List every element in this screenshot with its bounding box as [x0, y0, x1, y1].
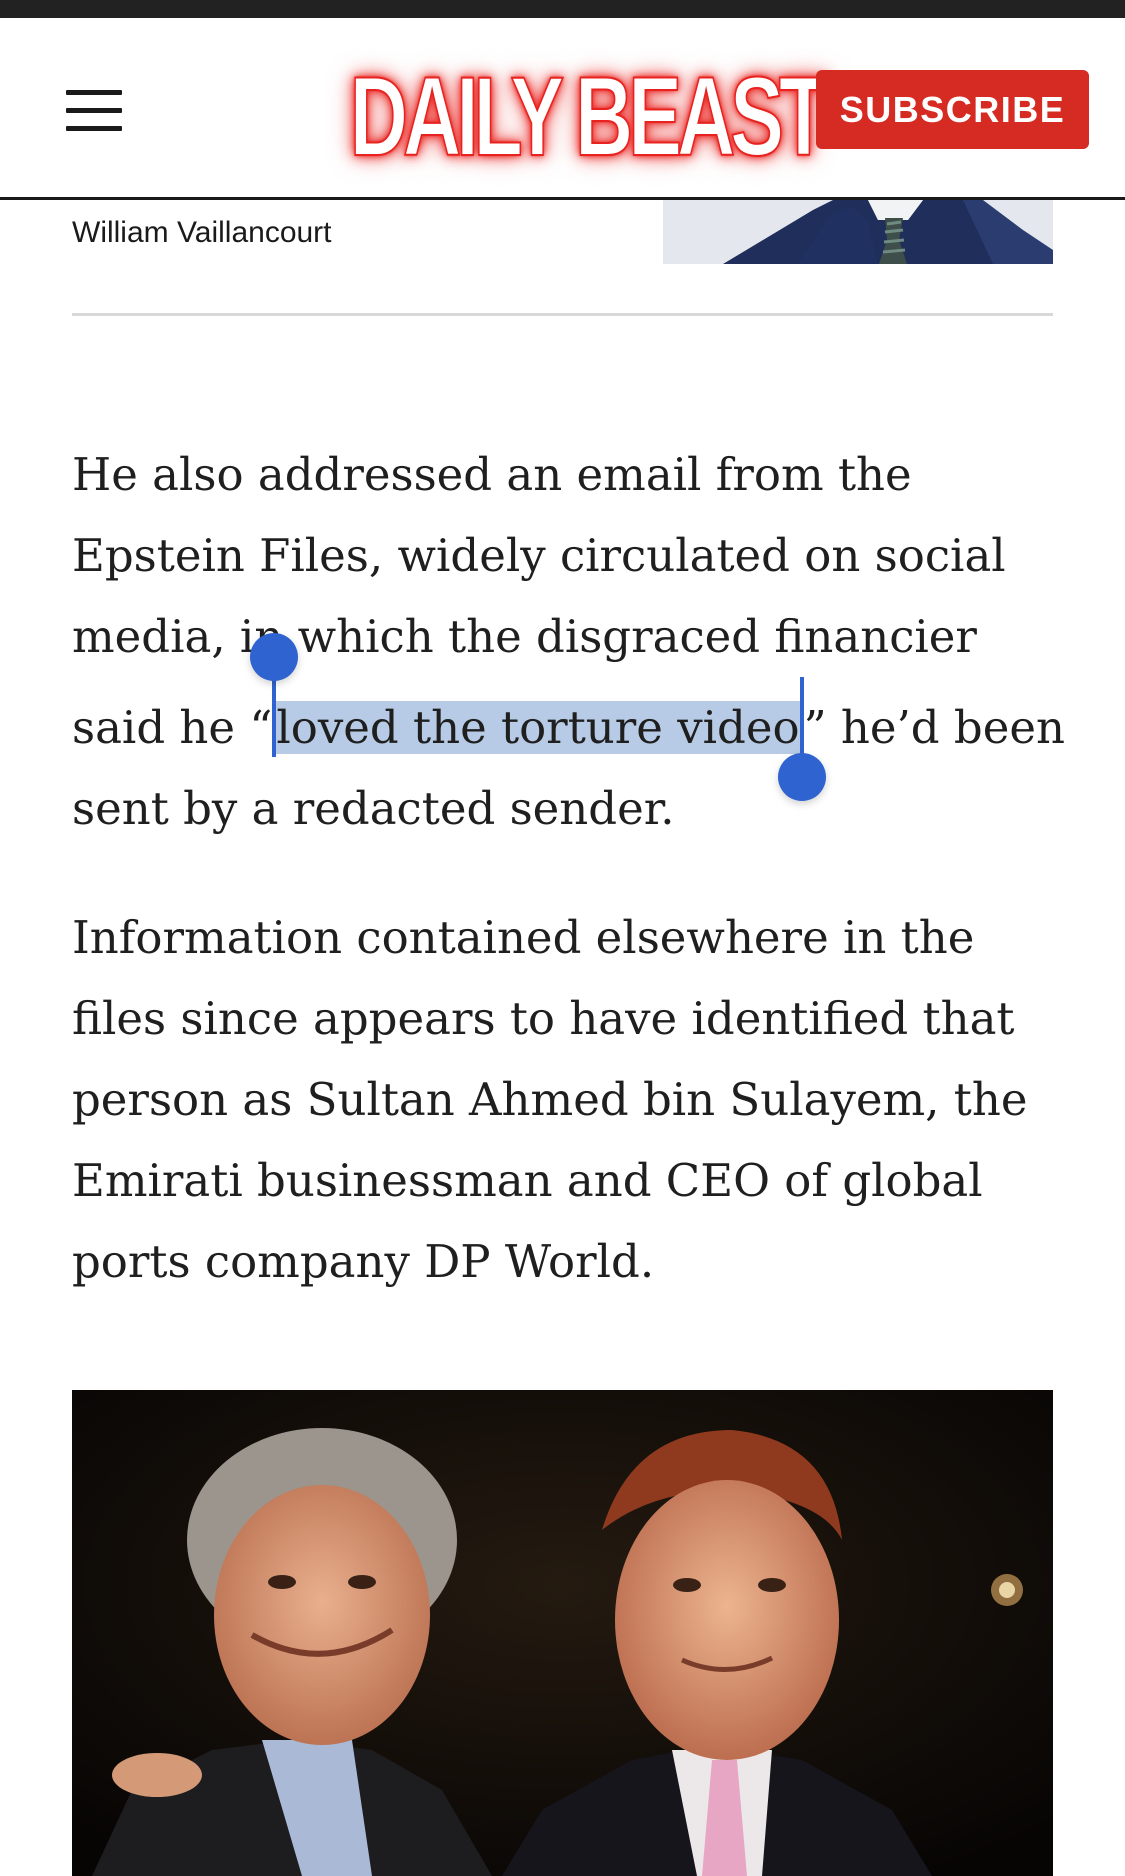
selection-end-handle[interactable]: [777, 677, 826, 801]
article-photo[interactable]: [72, 1390, 1053, 1876]
paragraph-line: media, i: [72, 610, 255, 663]
status-bar: [0, 0, 1125, 18]
selection-start-handle[interactable]: [250, 633, 299, 757]
selected-text[interactable]: loved the torture video: [276, 701, 800, 754]
subscribe-button[interactable]: SUBSCRIBE: [816, 70, 1089, 149]
paragraph-line: said he “: [72, 701, 273, 754]
paragraph-line: Information contained elsewhere in the: [72, 911, 975, 964]
paragraph-line: ports company DP World.: [72, 1235, 655, 1288]
article-body: He also addressed an email from the Epst…: [72, 434, 1065, 1350]
author-photo: [663, 200, 1053, 264]
section-divider: [72, 313, 1053, 316]
article-paragraph[interactable]: He also addressed an email from the Epst…: [72, 434, 1065, 849]
site-header: DAILY BEAST SUBSCRIBE: [0, 18, 1125, 200]
site-logo[interactable]: DAILY BEAST: [349, 52, 829, 182]
hamburger-menu-icon[interactable]: [62, 88, 124, 140]
article-paragraph[interactable]: Information contained elsewhere in the f…: [72, 897, 1062, 1302]
paragraph-line: Epstein Files, widely circulated on soci…: [72, 529, 1006, 582]
paragraph-line: He also addressed an email from the: [72, 448, 912, 501]
paragraph-line: Emirati businessman and CEO of global: [72, 1154, 983, 1207]
paragraph-line: files since appears to have identified t…: [72, 992, 1015, 1045]
author-name[interactable]: William Vaillancourt: [72, 216, 332, 250]
byline: William Vaillancourt: [0, 200, 1125, 270]
paragraph-line: ” he’d been: [803, 701, 1065, 754]
paragraph-line: sent by a redacted sender.: [72, 782, 675, 835]
paragraph-line: person as Sultan Ahmed bin Sulayem, the: [72, 1073, 1028, 1126]
paragraph-line: n which the disgraced financier: [254, 610, 977, 663]
